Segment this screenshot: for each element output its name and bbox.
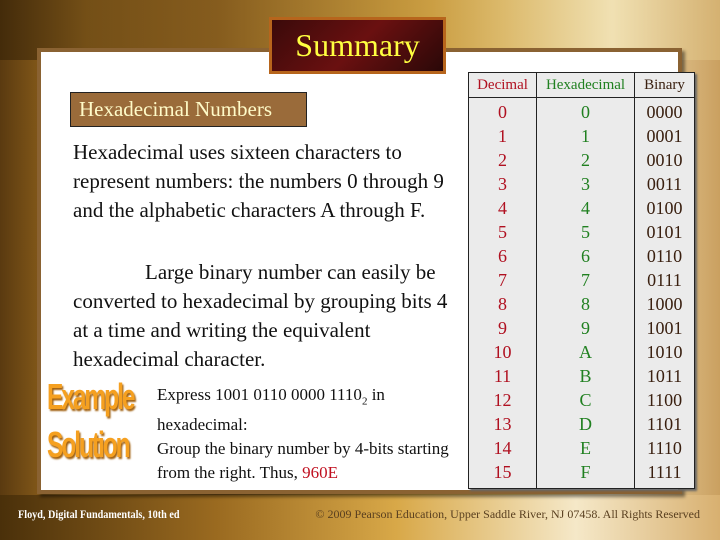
hex-cell: B	[536, 364, 635, 388]
table-row: 15 F 1111	[468, 460, 695, 489]
header-decimal: Decimal	[468, 72, 537, 98]
solution-answer: 960E	[302, 463, 339, 482]
binary-cell: 0110	[634, 244, 695, 268]
decimal-cell: 3	[468, 172, 537, 196]
binary-cell: 1100	[634, 388, 695, 412]
hex-cell: 8	[536, 292, 635, 316]
decimal-cell: 9	[468, 316, 537, 340]
table-row: 13 D 1101	[468, 412, 695, 436]
header-hexadecimal: Hexadecimal	[536, 72, 635, 98]
table-row: 12 C 1100	[468, 388, 695, 412]
hex-cell: A	[536, 340, 635, 364]
hex-cell: C	[536, 388, 635, 412]
hex-cell: 2	[536, 148, 635, 172]
table-row: 9 9 1001	[468, 316, 695, 340]
decimal-cell: 15	[468, 460, 537, 489]
hex-cell: 6	[536, 244, 635, 268]
table-row: 2 2 0010	[468, 148, 695, 172]
footer-left: Floyd, Digital Fundamentals, 10th ed	[18, 507, 180, 521]
binary-cell: 0001	[634, 124, 695, 148]
hex-cell: 4	[536, 196, 635, 220]
binary-cell: 0101	[634, 220, 695, 244]
table-row: 8 8 1000	[468, 292, 695, 316]
conversion-table: Decimal Hexadecimal Binary 0 0 0000 1 1 0001 2…	[468, 72, 695, 489]
decimal-cell: 2	[468, 148, 537, 172]
binary-cell: 0011	[634, 172, 695, 196]
hex-cell: E	[536, 436, 635, 460]
solution-badge: Solution	[47, 424, 131, 465]
decimal-cell: 4	[468, 196, 537, 220]
hex-cell: 7	[536, 268, 635, 292]
paragraph-1: Hexadecimal uses sixteen characters to r…	[73, 140, 444, 222]
decimal-cell: 7	[468, 268, 537, 292]
footer-right: © 2009 Pearson Education, Upper Saddle R…	[315, 507, 700, 521]
table-row: 6 6 0110	[468, 244, 695, 268]
hex-cell: 3	[536, 172, 635, 196]
hex-cell: F	[536, 460, 635, 489]
table-row: 10 A 1010	[468, 340, 695, 364]
table-row: 0 0 0000	[468, 97, 695, 124]
example-text-main: Express 1001 0110 0000 1110	[157, 385, 362, 404]
binary-cell: 0100	[634, 196, 695, 220]
binary-cell: 1001	[634, 316, 695, 340]
binary-cell: 1000	[634, 292, 695, 316]
hex-cell: 9	[536, 316, 635, 340]
binary-cell: 1101	[634, 412, 695, 436]
table-row: 3 3 0011	[468, 172, 695, 196]
table-row: 1 1 0001	[468, 124, 695, 148]
binary-cell: 0000	[634, 97, 695, 124]
binary-cell: 0111	[634, 268, 695, 292]
solution-text: Group the binary number by 4-bits starti…	[157, 437, 457, 485]
table-row: 14 E 1110	[468, 436, 695, 460]
decimal-cell: 0	[468, 97, 537, 124]
decimal-cell: 10	[468, 340, 537, 364]
table-row: 7 7 0111	[468, 268, 695, 292]
hex-cell: D	[536, 412, 635, 436]
hex-cell: 1	[536, 124, 635, 148]
decimal-cell: 1	[468, 124, 537, 148]
table-row: 5 5 0101	[468, 220, 695, 244]
subheading: Hexadecimal Numbers	[70, 92, 307, 127]
binary-cell: 1010	[634, 340, 695, 364]
header-binary: Binary	[634, 72, 695, 98]
hex-cell: 0	[536, 97, 635, 124]
slide-title: Summary	[269, 17, 446, 74]
example-badge: Example	[47, 376, 135, 417]
decimal-cell: 8	[468, 292, 537, 316]
table-row: 4 4 0100	[468, 196, 695, 220]
binary-cell: 0010	[634, 148, 695, 172]
decimal-cell: 6	[468, 244, 537, 268]
example-text: Express 1001 0110 0000 11102 in hexadeci…	[157, 383, 457, 437]
table-row: 11 B 1011	[468, 364, 695, 388]
hex-cell: 5	[536, 220, 635, 244]
binary-cell: 1110	[634, 436, 695, 460]
paragraph-2: Large binary number can easily be conver…	[73, 260, 448, 371]
decimal-cell: 12	[468, 388, 537, 412]
decimal-cell: 13	[468, 412, 537, 436]
decimal-cell: 5	[468, 220, 537, 244]
binary-cell: 1011	[634, 364, 695, 388]
binary-cell: 1111	[634, 460, 695, 489]
decimal-cell: 14	[468, 436, 537, 460]
decimal-cell: 11	[468, 364, 537, 388]
